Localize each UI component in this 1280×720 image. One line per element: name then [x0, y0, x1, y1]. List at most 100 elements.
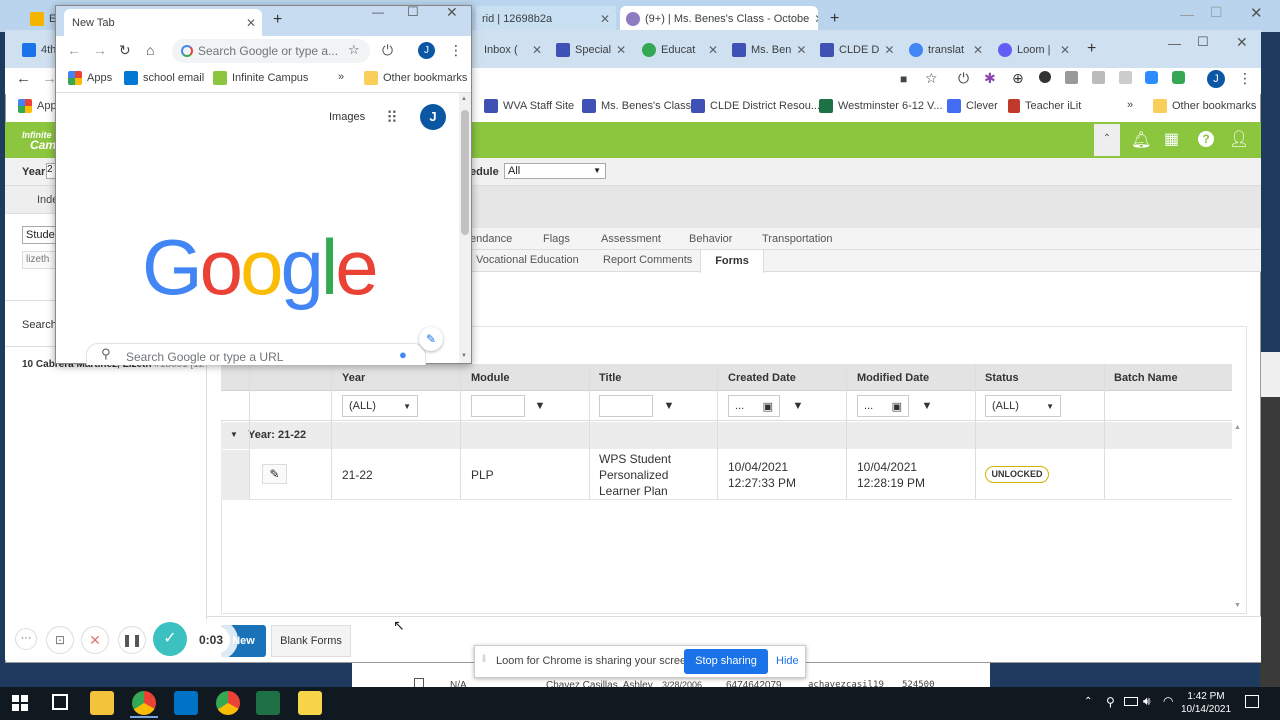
apps-grid-icon[interactable]: ▦	[1164, 129, 1179, 149]
tab-transportation[interactable]: Transportation	[762, 233, 833, 245]
new-tab-tab[interactable]: New Tab ✕	[64, 9, 262, 36]
menu-icon[interactable]: ⋮	[1238, 70, 1252, 87]
google-apps-icon[interactable]: ⠿	[386, 108, 398, 128]
cancel-recording-icon[interactable]: ✕	[81, 626, 109, 654]
close-icon[interactable]: ✕	[600, 12, 610, 26]
chevron-up-icon[interactable]: ⌃	[1084, 696, 1092, 707]
scrollbar-thumb[interactable]	[461, 110, 469, 235]
tab-inbox[interactable]: Inbox (✕	[478, 37, 548, 63]
column-created-date[interactable]: Created Date	[728, 372, 796, 384]
bookmark-wva[interactable]: WVA Staff Site	[484, 98, 574, 114]
avatar[interactable]: J	[1207, 70, 1225, 88]
bookmark-ilit[interactable]: Teacher iLit	[1008, 98, 1081, 114]
pause-icon[interactable]: ❚❚	[118, 626, 146, 654]
scroll-down-icon[interactable]: ▼	[1234, 602, 1241, 609]
new-tab-icon[interactable]: +	[273, 11, 282, 29]
wifi-icon[interactable]: ◠	[1163, 694, 1173, 708]
volume-icon[interactable]: 🔊︎	[1143, 694, 1151, 709]
drag-handle-icon[interactable]: ‖	[482, 654, 486, 665]
module-filter-input[interactable]	[471, 395, 525, 417]
usb-icon[interactable]: ⚲	[1106, 695, 1115, 709]
filter-icon[interactable]: ▼	[660, 397, 678, 415]
collapse-header-button[interactable]: ⌃	[1094, 124, 1120, 156]
blank-forms-button[interactable]: Blank Forms	[271, 625, 351, 657]
bookmarks-overflow-icon[interactable]: »	[338, 71, 344, 83]
more-options-icon[interactable]: ···	[15, 628, 37, 650]
calendar-icon[interactable]: ▣	[892, 400, 902, 413]
minimize-icon[interactable]: —	[1180, 6, 1194, 22]
maximize-icon[interactable]: ☐	[407, 4, 419, 20]
tab-educat[interactable]: Educat ✕	[636, 37, 724, 63]
camera-icon[interactable]: ■	[900, 72, 907, 86]
new-tab-icon[interactable]: +	[1087, 40, 1096, 58]
outer-tab[interactable]: E	[24, 6, 58, 32]
power-icon[interactable]: ⏻	[958, 70, 969, 87]
system-clock[interactable]: 1:42 PM 10/14/2021	[1180, 690, 1232, 716]
student-search-type[interactable]: Stude	[22, 226, 56, 244]
zoom-icon[interactable]	[1145, 71, 1158, 84]
scroll-up-icon[interactable]: ▲	[461, 96, 467, 102]
modified-date-filter[interactable]: ... ▣	[857, 395, 909, 417]
excel-icon[interactable]	[256, 691, 280, 715]
bookmark-infinite-campus[interactable]: Infinite Campus	[213, 70, 308, 86]
tab-assessment[interactable]: Assessment	[601, 233, 661, 245]
forward-arrow-icon[interactable]: →	[93, 42, 107, 58]
back-arrow-icon[interactable]: ←	[16, 70, 31, 87]
star-icon[interactable]: ☆	[925, 70, 938, 87]
tab-forms[interactable]: Forms	[700, 249, 764, 273]
column-module[interactable]: Module	[471, 372, 510, 384]
close-window-icon[interactable]: ✕	[446, 4, 458, 21]
bell-icon[interactable]: 🔔︎	[1131, 130, 1151, 150]
minimize-icon[interactable]: —	[1168, 36, 1181, 51]
close-icon[interactable]: ✕	[708, 43, 718, 57]
chrome-icon[interactable]	[216, 691, 240, 715]
hide-button[interactable]: Hide	[776, 655, 799, 667]
tab-vocational-education[interactable]: Vocational Education	[476, 254, 579, 266]
scroll-up-icon[interactable]: ▲	[1234, 424, 1241, 431]
bookmark-westminster[interactable]: Westminster 6-12 V...	[819, 98, 943, 114]
extension-icon[interactable]	[1119, 71, 1132, 84]
tab-flags[interactable]: Flags	[543, 233, 570, 245]
student-search-input[interactable]: lizeth	[22, 251, 56, 269]
title-filter-input[interactable]	[599, 395, 653, 417]
search-input[interactable]: Search Google or type a URL	[126, 350, 283, 364]
user-icon[interactable]: 👤︎	[1229, 129, 1249, 149]
tab-translate[interactable]: translat ✕	[903, 37, 989, 63]
minimize-icon[interactable]: —	[372, 5, 384, 19]
bookmark-ms-benes[interactable]: Ms. Benes's Class	[582, 98, 691, 114]
close-icon[interactable]: ✕	[1060, 43, 1070, 57]
tab-attendance[interactable]: endance	[470, 233, 512, 245]
group-row[interactable]	[221, 422, 1232, 449]
created-date-filter[interactable]: ... ▣	[728, 395, 780, 417]
finish-recording-icon[interactable]: ✓	[153, 622, 187, 656]
tab-ms-benes[interactable]: Ms. Ben ✕	[726, 37, 812, 63]
omnibox[interactable]: Search Google or type a...	[172, 39, 370, 63]
help-icon[interactable]: ?	[1198, 131, 1214, 147]
edit-icon[interactable]: ✎	[262, 464, 287, 484]
column-modified-date[interactable]: Modified Date	[857, 372, 929, 384]
close-window-icon[interactable]: ✕	[1250, 4, 1263, 22]
task-view-icon[interactable]	[52, 694, 68, 710]
new-tab-icon[interactable]: +	[830, 10, 839, 28]
outer-tab-active[interactable]: (9+) | Ms. Benes's Class - Octobe✕	[620, 6, 818, 32]
bookmark-clever[interactable]: Clever	[947, 98, 998, 114]
home-icon[interactable]: ⌂	[146, 42, 154, 58]
bookmarks-overflow-icon[interactable]: »	[1127, 99, 1133, 111]
extension-icon[interactable]	[1065, 71, 1078, 84]
file-explorer-icon[interactable]	[90, 691, 114, 715]
scroll-down-icon[interactable]: ▼	[461, 353, 467, 359]
avatar[interactable]: J	[420, 104, 446, 130]
bookmark-apps[interactable]: Apps	[68, 70, 112, 86]
tab-behavior[interactable]: Behavior	[689, 233, 732, 245]
column-status[interactable]: Status	[985, 372, 1019, 384]
tab-loom[interactable]: Loom | ✕	[992, 37, 1076, 63]
extension-icon[interactable]	[1092, 71, 1105, 84]
tab-special[interactable]: Special ✕	[550, 37, 630, 63]
menu-icon[interactable]: ⋮	[449, 42, 463, 59]
expand-group-icon[interactable]: ▼	[230, 430, 238, 439]
extension-icon[interactable]: ⊕	[1012, 70, 1024, 87]
microphone-icon[interactable]: ●	[399, 347, 407, 362]
close-icon[interactable]: ✕	[884, 43, 894, 57]
filter-icon[interactable]: ▼	[918, 397, 936, 415]
close-window-icon[interactable]: ✕	[1236, 34, 1248, 51]
